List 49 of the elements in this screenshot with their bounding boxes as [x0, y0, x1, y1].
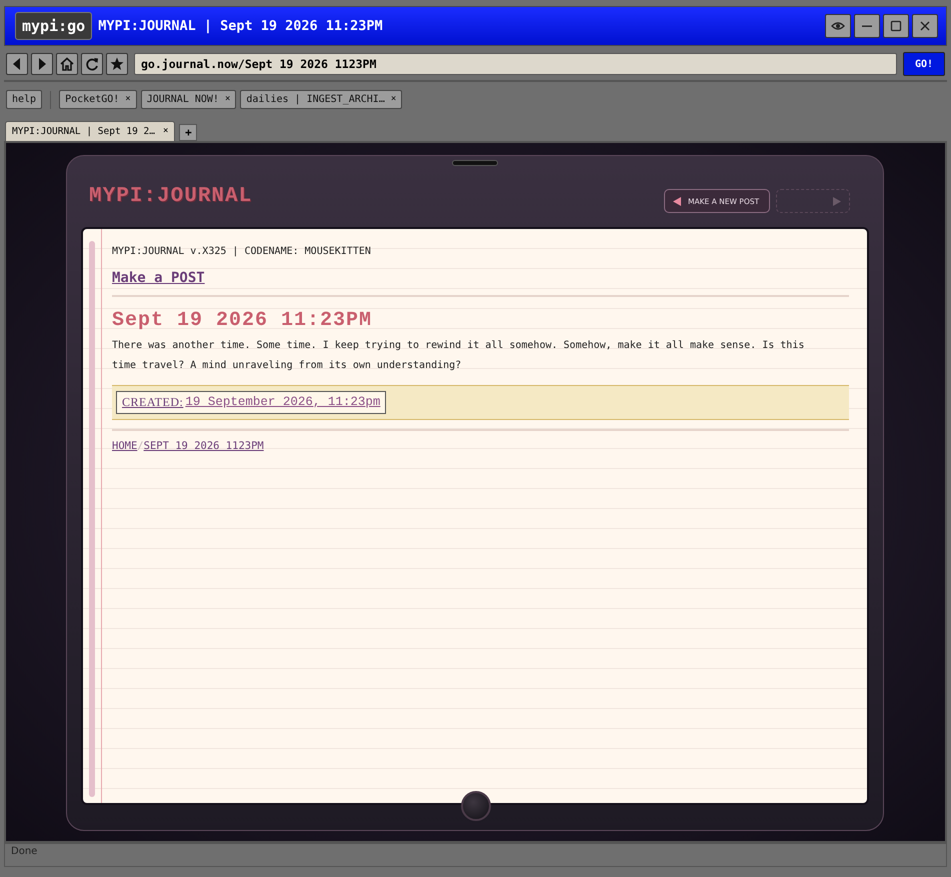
- home-icon: [60, 57, 74, 71]
- browser-tab[interactable]: MYPI:JOURNAL | Sept 19 2… ×: [5, 121, 176, 141]
- tab-label[interactable]: MYPI:JOURNAL | Sept 19 2…: [12, 126, 155, 137]
- app-logo: mypi:go: [15, 12, 92, 40]
- breadcrumb-link[interactable]: SEPT 19 2026 1123PM: [144, 440, 264, 452]
- back-icon: [673, 196, 681, 206]
- forward-button[interactable]: [31, 53, 53, 75]
- close-mark[interactable]: ×: [163, 126, 168, 137]
- created-label[interactable]: CREATED:: [122, 395, 184, 410]
- bookmark[interactable]: dailies | INGEST_ARCHI… ×: [240, 90, 402, 109]
- bookmark[interactable]: PocketGO! ×: [59, 90, 137, 109]
- post-title: Sept 19 2026 11:23PM: [112, 309, 374, 332]
- bookmark-label[interactable]: help: [12, 94, 36, 105]
- reload-icon: [85, 57, 99, 71]
- bookmark[interactable]: JOURNAL NOW! ×: [140, 90, 236, 109]
- bookmark-label[interactable]: dailies | INGEST_ARCHI…: [246, 94, 385, 105]
- close-icon: [918, 20, 932, 32]
- close-mark[interactable]: ×: [224, 94, 230, 105]
- version-line: MYPI:JOURNAL v.X325 | CODENAME: MOUSEKITTEN: [112, 246, 372, 257]
- address-field[interactable]: go.journal.now/Sept 19 2026 1123PM: [134, 53, 897, 75]
- make-post-link[interactable]: Make a POST: [112, 270, 205, 286]
- new-tab-button[interactable]: +: [179, 124, 198, 141]
- eye-icon: [831, 20, 845, 32]
- close-button[interactable]: [912, 14, 938, 38]
- close-mark[interactable]: ×: [390, 94, 396, 105]
- post-body: There was another time. Some time. I keep trying to rewind it all somehow. Somehow, make it all make sense. Is this time travel? A mind unraveling from its own understanding?: [112, 339, 806, 373]
- bookmark-label[interactable]: JOURNAL NOW!: [146, 94, 219, 105]
- star-icon: [110, 57, 124, 71]
- bookmark[interactable]: help: [6, 90, 42, 109]
- back-button[interactable]: [6, 53, 28, 75]
- home-button[interactable]: [461, 791, 491, 821]
- minimize-button[interactable]: [854, 14, 880, 38]
- window-title: MYPI:JOURNAL | Sept 19 2026 11:23PM: [98, 18, 384, 34]
- status-bar: Done: [4, 843, 947, 867]
- maximize-icon: [889, 20, 903, 32]
- breadcrumb-link[interactable]: HOME: [112, 440, 138, 452]
- view-button[interactable]: [825, 14, 851, 38]
- home-button[interactable]: [56, 53, 78, 75]
- breadcrumb-separator: /: [137, 440, 144, 452]
- maximize-button[interactable]: [883, 14, 909, 38]
- close-mark[interactable]: ×: [125, 94, 131, 105]
- reload-button[interactable]: [81, 53, 103, 75]
- speaker-slot: [452, 160, 498, 166]
- bookmark-label[interactable]: PocketGO!: [65, 94, 120, 105]
- play-icon: [833, 196, 841, 206]
- go-button[interactable]: GO!: [903, 52, 945, 76]
- created-date-link[interactable]: 19 September 2026, 11:23pm: [185, 395, 380, 410]
- bookmark-button[interactable]: [106, 53, 128, 75]
- journal-logo: MYPI:JOURNAL: [89, 184, 252, 208]
